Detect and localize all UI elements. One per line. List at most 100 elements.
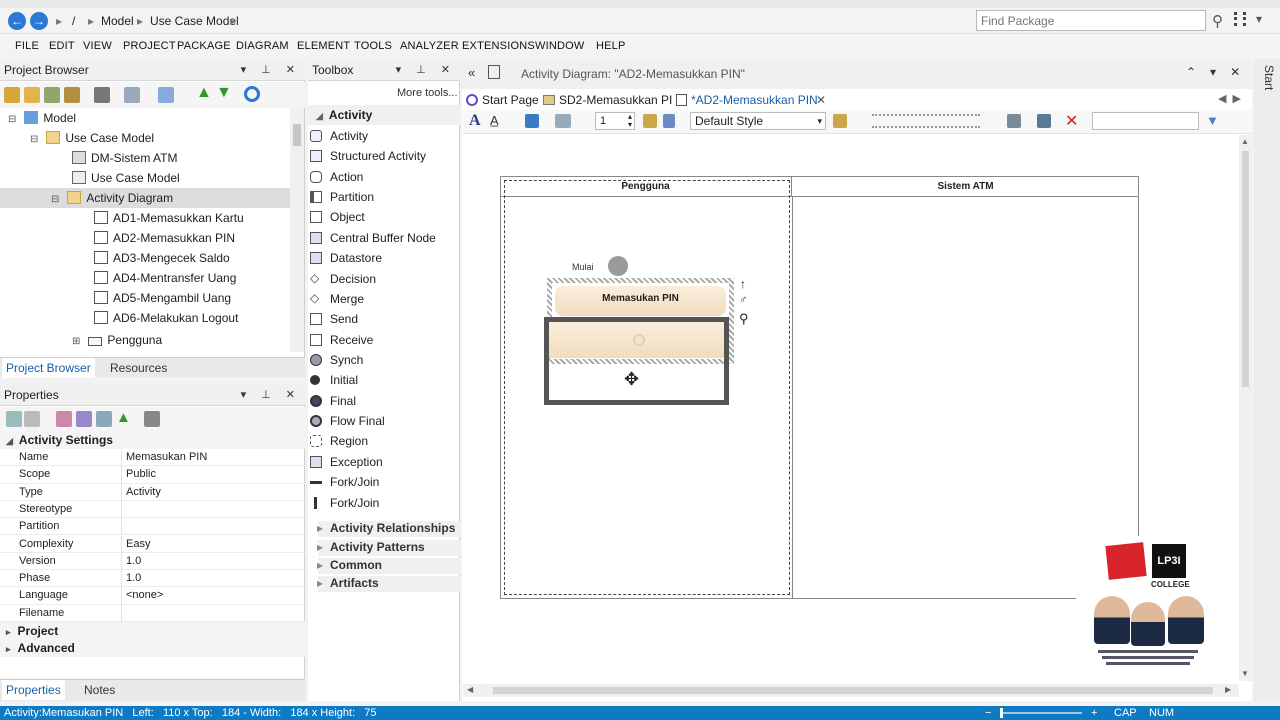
menu-file[interactable]: FILE	[15, 40, 39, 52]
tool-flow-final[interactable]: Flow Final	[310, 411, 385, 431]
tab-project-browser[interactable]: Project Browser	[2, 358, 95, 378]
filter-icon[interactable]: ▼	[1206, 113, 1219, 128]
zoom-icon[interactable]: ⚲	[739, 311, 749, 327]
prop-row-stereotype[interactable]: Stereotype	[0, 500, 305, 519]
tab-notes[interactable]: Notes	[80, 680, 119, 700]
tool-decision[interactable]: ◇ Decision	[310, 269, 376, 289]
toolbox-group-common[interactable]: Common	[317, 558, 460, 574]
document-icon[interactable]	[158, 87, 174, 103]
tree-scrollbar[interactable]	[290, 108, 304, 352]
tree-item-ad4[interactable]: AD4-Mentransfer Uang	[94, 268, 236, 288]
tree-item-ad1[interactable]: AD1-Memasukkan Kartu	[94, 208, 244, 228]
up-arrow-icon[interactable]: ▲	[116, 409, 131, 426]
tree-item-ad2[interactable]: AD2-Memasukkan PIN	[94, 228, 235, 248]
menu-project[interactable]: PROJECT	[123, 40, 176, 52]
tab-start-page[interactable]: Start Page	[466, 90, 539, 110]
tool-exception[interactable]: Exception	[310, 452, 383, 472]
diagram-filter-input[interactable]	[1092, 112, 1199, 130]
categorized-icon[interactable]	[6, 411, 22, 427]
section-advanced[interactable]: ▸ Advanced	[0, 639, 305, 657]
layout-icon[interactable]	[1007, 114, 1021, 128]
menu-help[interactable]: HELP	[596, 40, 626, 52]
prop-row-filename[interactable]: Filename	[0, 604, 305, 622]
tool-region[interactable]: Region	[310, 431, 368, 451]
menu-edit[interactable]: EDIT	[49, 40, 75, 52]
tool-synch[interactable]: Synch	[310, 350, 363, 370]
canvas-horizontal-scrollbar[interactable]: ◀ ▶	[463, 684, 1239, 697]
menu-extensions[interactable]: EXTENSIONS	[462, 40, 535, 52]
folder-icon[interactable]	[24, 87, 40, 103]
menu-window[interactable]: WINDOW	[535, 40, 584, 52]
section-activity-settings[interactable]: ◢ Activity Settings	[0, 431, 305, 449]
pen-icon[interactable]	[663, 114, 675, 128]
tool-receive[interactable]: Receive	[310, 330, 373, 350]
initial-node[interactable]	[608, 256, 628, 276]
tab-sd2[interactable]: SD2-Memasukkan PIN	[543, 90, 681, 110]
section-project[interactable]: ▸ Project	[0, 622, 305, 640]
tool-central-buffer-node[interactable]: Central Buffer Node	[310, 228, 436, 248]
forward-icon[interactable]: →	[30, 12, 48, 30]
tool-fork-join-vertical[interactable]: Fork/Join	[314, 493, 379, 513]
delete-icon[interactable]: ✕	[1065, 111, 1078, 131]
dropdown-icon[interactable]: ▾	[1256, 12, 1262, 26]
edit-icon[interactable]	[124, 87, 140, 103]
tree-item-dm-sistem-atm[interactable]: DM-Sistem ATM	[72, 148, 177, 168]
tree-item-pengguna[interactable]: ⊞ Pengguna	[72, 330, 162, 350]
move-up-icon[interactable]: ▲	[196, 84, 212, 102]
tree-item-activity-diagram[interactable]: ⊟ Activity Diagram	[0, 188, 290, 208]
locate-icon[interactable]	[244, 86, 260, 102]
menu-analyzer[interactable]: ANALYZER	[400, 40, 459, 52]
tree-item-ad3[interactable]: AD3-Mengecek Saldo	[94, 248, 230, 268]
tool-merge[interactable]: ◇ Merge	[310, 289, 364, 309]
window-controls[interactable]: ⌃▾✕	[1186, 65, 1254, 79]
package-icon[interactable]	[64, 87, 80, 103]
action-memasukan-pin[interactable]: Memasukan PIN	[555, 286, 726, 316]
zoom-slider[interactable]	[1000, 708, 1082, 718]
prop-row-scope[interactable]: Scope Public	[0, 466, 305, 484]
breadcrumb-model[interactable]: Model	[101, 14, 134, 28]
autolayout-icon[interactable]	[1037, 114, 1051, 128]
tree-item-use-case-diagram[interactable]: Use Case Model	[72, 168, 180, 188]
menu-diagram[interactable]: DIAGRAM	[236, 40, 289, 52]
filter-icon[interactable]	[76, 411, 92, 427]
style-apply-icon[interactable]	[833, 114, 847, 128]
tree-item-ad5[interactable]: AD5-Mengambil Uang	[94, 288, 231, 308]
tool-object[interactable]: Object	[310, 207, 365, 227]
back-icon[interactable]: ←	[8, 12, 26, 30]
font-color-icon[interactable]: A̲	[490, 113, 499, 128]
grid-menu-icon[interactable]	[1234, 12, 1246, 26]
settings-icon[interactable]	[96, 411, 112, 427]
tab-resources[interactable]: Resources	[106, 358, 171, 378]
toolbox-group-activity-patterns[interactable]: Activity Patterns	[317, 540, 460, 556]
format-painter-icon[interactable]	[643, 114, 657, 128]
tool-send[interactable]: Send	[310, 309, 358, 329]
prop-row-type[interactable]: Type Activity	[0, 483, 305, 501]
tree-item-model[interactable]: ⊟ Model	[8, 108, 76, 128]
tab-scroll-arrows[interactable]: ◀▶	[1218, 92, 1247, 105]
tool-datastore[interactable]: Datastore	[310, 248, 382, 268]
find-package-input[interactable]	[976, 10, 1206, 31]
new-package-icon[interactable]	[4, 87, 20, 103]
move-down-icon[interactable]: ▼	[216, 84, 232, 102]
menu-element[interactable]: ELEMENT	[297, 40, 350, 52]
menu-package[interactable]: PACKAGE	[177, 40, 231, 52]
panel-controls[interactable]: ▾ ⊥ ✕	[241, 59, 301, 81]
line-color-icon[interactable]	[555, 114, 571, 128]
panel-controls[interactable]: ▾ ⊥ ✕	[396, 59, 456, 81]
toolbox-section-activity[interactable]: ◢ Activity	[308, 105, 460, 125]
view-icon[interactable]	[94, 87, 110, 103]
menu-view[interactable]: VIEW	[83, 40, 112, 52]
tag-icon[interactable]	[56, 411, 72, 427]
toolbox-group-activity-relationships[interactable]: Activity Relationships	[317, 521, 460, 537]
tool-action[interactable]: Action	[310, 167, 363, 187]
breadcrumb-use-case-model[interactable]: Use Case Model	[150, 14, 239, 28]
edit-element-icon[interactable]: ♂	[739, 294, 747, 306]
fill-color-icon[interactable]	[525, 114, 539, 128]
collapse-icon[interactable]: «	[468, 65, 475, 80]
prop-row-version[interactable]: Version 1.0	[0, 552, 305, 571]
start-side-tab[interactable]: Start	[1258, 65, 1276, 105]
breadcrumb-root[interactable]: /	[72, 14, 75, 28]
model-icon[interactable]	[44, 87, 60, 103]
prop-row-partition[interactable]: Partition	[0, 518, 305, 536]
tool-final[interactable]: Final	[310, 391, 356, 411]
